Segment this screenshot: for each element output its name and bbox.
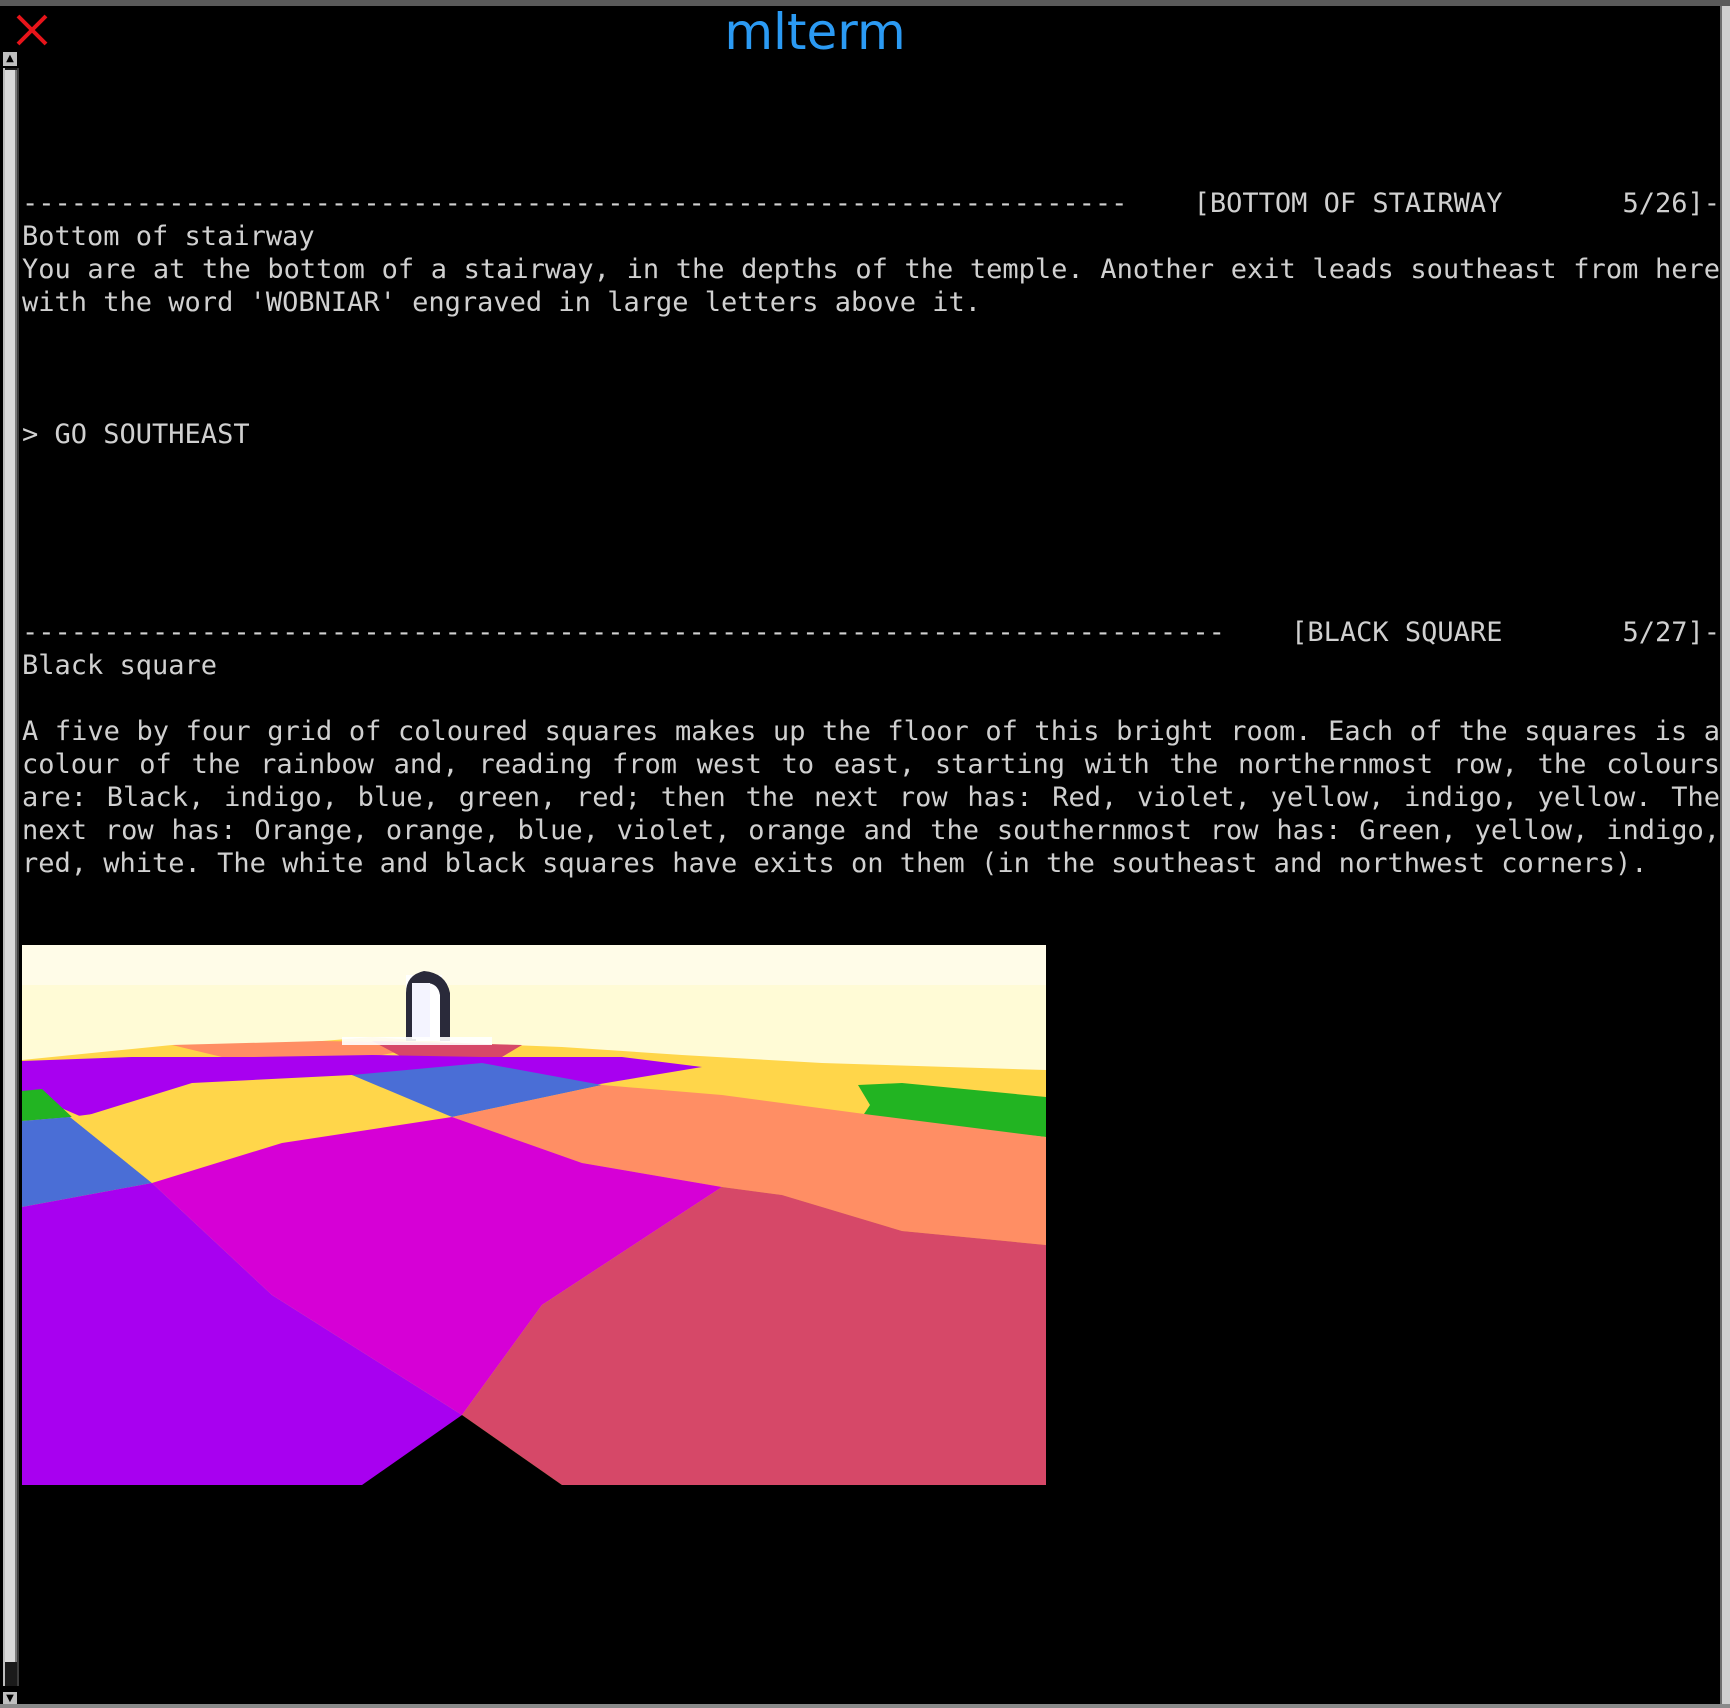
status-line: ----------------------------------------… [22,616,1720,649]
command-echo: > GO SOUTHEAST [22,419,250,450]
status-line-moves: 5/26]- [1622,188,1720,219]
scene-exit-opening [412,983,430,1039]
status-line-moves: 5/27]- [1622,617,1720,648]
status-line-room-name: [BLACK SQUARE [1291,617,1503,648]
room-description: A five by four grid of coloured squares … [22,716,1720,879]
terminal-output[interactable]: ----------------------------------------… [22,50,1720,1705]
room-title: Black square [22,650,218,681]
status-line-room-name: [BOTTOM OF STAIRWAY [1193,188,1503,219]
scroll-thumb[interactable] [5,70,17,1662]
scroll-up-arrow-icon[interactable]: ▲ [3,52,17,66]
status-line-dashes: ----------------------------------------… [22,188,1128,219]
room-illustration-canvas [22,945,1046,1485]
room-title: Bottom of stairway [22,221,315,252]
scene-sky-glow [22,945,1046,985]
scene-exit-base [342,1037,492,1045]
terminal-window: mlterm ▲ ▼ -----------------------------… [0,0,1730,1708]
input-prompt[interactable]: > [22,1658,1720,1691]
title-bar[interactable]: mlterm [0,0,1730,58]
window-border-right [1720,6,1730,1708]
status-line-dashes: ----------------------------------------… [22,617,1225,648]
room-description: You are at the bottom of a stairway, in … [22,254,1720,318]
scrollbar[interactable]: ▲ ▼ [0,50,21,1708]
status-line: ----------------------------------------… [22,187,1720,220]
room-illustration [22,945,1046,1485]
